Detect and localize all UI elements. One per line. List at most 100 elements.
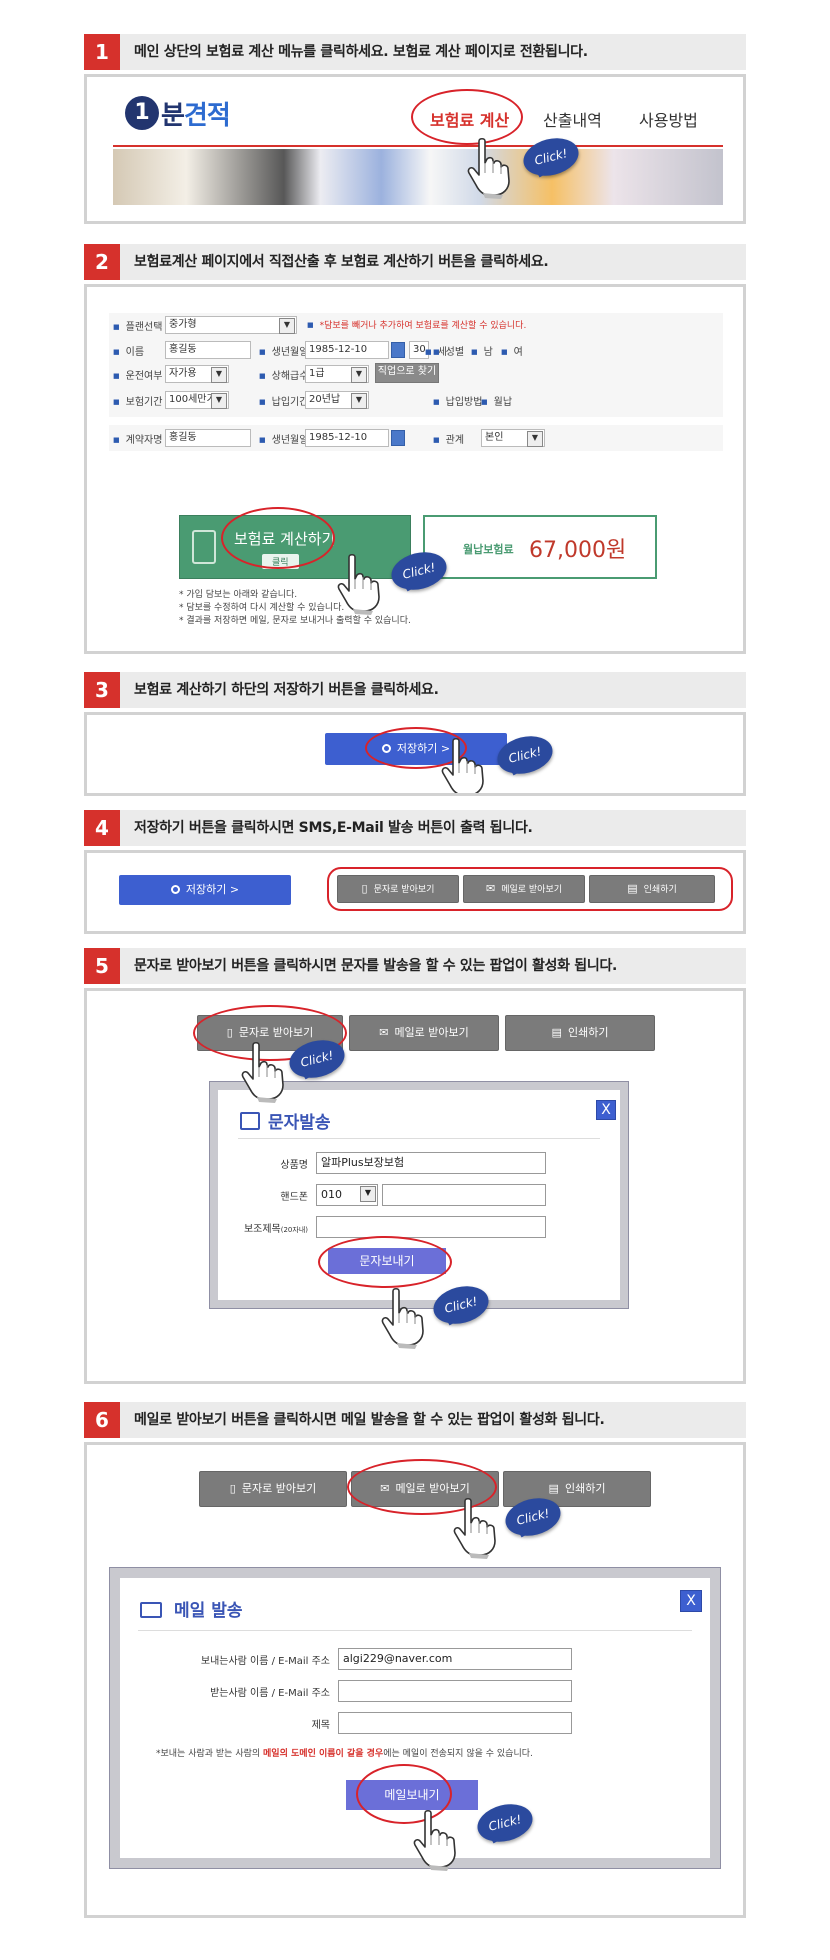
logo[interactable]: 분견적	[143, 95, 231, 132]
step-panel: 플랜선택 중가형 *담보를 빼거나 추가하여 보험료를 계산할 수 있습니다. …	[84, 284, 746, 654]
step-instruction: 보험료계산 페이지에서 직접산출 후 보험료 계산하기 버튼을 클릭하세요.	[134, 254, 549, 270]
sms-button-label: 문자로 받아보기	[373, 885, 435, 895]
plan-select[interactable]: 중가형	[165, 316, 297, 334]
save-button[interactable]: 저장하기 >	[119, 875, 291, 905]
mail-subject-label: 제목	[311, 1720, 330, 1731]
birth-label: 생년월일	[259, 343, 309, 358]
subject-label: 보조제목(20자내)	[238, 1220, 308, 1235]
nav-underline	[113, 145, 723, 147]
step-header: 3 보험료 계산하기 하단의 저장하기 버튼을 클릭하세요.	[84, 672, 746, 708]
pointer-hand-icon	[463, 137, 523, 199]
gender-male-radio[interactable]: 남	[471, 343, 493, 358]
note-part: *보내는 사람과 받는 사람의	[156, 1749, 264, 1759]
pointer-hand-icon	[437, 737, 497, 796]
step-number: 5	[84, 948, 120, 984]
step-number: 4	[84, 810, 120, 846]
product-input[interactable]: 알파Plus보장보험	[316, 1152, 546, 1174]
print-button-label: 인쇄하기	[564, 1482, 606, 1495]
sms-popup: 문자발송 X 상품명 알파Plus보장보험 핸드폰 010 보조제목(20자내)…	[209, 1081, 629, 1309]
subject-label-text: 보조제목	[243, 1224, 281, 1235]
banner-image	[113, 149, 723, 205]
mail-button[interactable]: ✉ 메일로 받아보기	[463, 875, 585, 903]
step-instruction: 저장하기 버튼을 클릭하시면 SMS,E-Mail 발송 버튼이 출력 됩니다.	[134, 820, 533, 836]
logo-text: 견적	[183, 101, 231, 131]
receiver-label: 받는사람 이름 / E-Mail 주소	[210, 1688, 330, 1699]
step-instruction: 보험료 계산하기 하단의 저장하기 버튼을 클릭하세요.	[134, 682, 439, 698]
mail-button-label: 메일로 받아보기	[501, 885, 563, 895]
pointer-hand-icon	[377, 1287, 437, 1349]
print-button[interactable]: ▤ 인쇄하기	[505, 1015, 655, 1051]
subject-input[interactable]	[316, 1216, 546, 1238]
phone-icon: ▯	[361, 882, 368, 895]
premium-box: 월납보험료 67,000원	[423, 515, 657, 579]
contractor-input[interactable]: 홍길동	[165, 429, 251, 447]
calendar-icon[interactable]	[391, 430, 405, 446]
contractor-form: 계약자명 홍길동 생년월일 1985-12-10 관계 본인	[109, 425, 723, 451]
mail-button-label: 메일로 받아보기	[394, 1026, 469, 1039]
sms-button[interactable]: ▯ 문자로 받아보기	[199, 1471, 347, 1507]
plan-label: 플랜선택	[113, 318, 163, 333]
name-label: 이름	[113, 343, 144, 358]
highlight-circle	[318, 1236, 452, 1288]
pay-label: 납입기간	[259, 393, 309, 408]
premium-label: 월납보험료	[463, 543, 514, 556]
name-input[interactable]: 홍길동	[165, 341, 251, 359]
mail-popup-icon	[140, 1602, 162, 1618]
phone-icon: ▯	[229, 1482, 236, 1495]
sender-input[interactable]: algi229@naver.com	[338, 1648, 572, 1670]
step-header: 6 메일로 받아보기 버튼을 클릭하시면 메일 발송을 할 수 있는 팝업이 활…	[84, 1402, 746, 1438]
drive-label: 운전여부	[113, 367, 163, 382]
step-instruction: 메인 상단의 보험료 계산 메뉴를 클릭하세요. 보험료 계산 페이지로 전환됩…	[134, 44, 588, 60]
premium-value: 67,000원	[529, 538, 627, 563]
circle-icon	[170, 885, 180, 894]
sms-button[interactable]: ▯ 문자로 받아보기	[337, 875, 459, 903]
birth-input[interactable]: 1985-12-10	[305, 341, 389, 359]
mail-warning-note: *보내는 사람과 받는 사람의 메일의 도메인 이름이 같을 경우에는 메일이 …	[156, 1746, 533, 1759]
mail-subject-input[interactable]	[338, 1712, 572, 1734]
pointer-hand-icon	[333, 553, 393, 615]
plan-note: *담보를 빼거나 추가하여 보험료를 계산할 수 있습니다.	[307, 318, 527, 331]
close-icon[interactable]: X	[596, 1100, 616, 1120]
save-button-label: 저장하기 >	[185, 883, 240, 896]
step-number: 1	[84, 34, 120, 70]
relation-label: 관계	[433, 431, 464, 446]
printer-icon: ▤	[627, 882, 638, 895]
gender-female-radio[interactable]: 여	[501, 343, 523, 358]
print-button[interactable]: ▤ 인쇄하기	[589, 875, 715, 903]
step-number: 2	[84, 244, 120, 280]
grade-label: 상해급수	[259, 367, 309, 382]
c-birth-input[interactable]: 1985-12-10	[305, 429, 389, 447]
note-part: 에는 메일이 전송되지 않을 수 있습니다.	[383, 1749, 533, 1759]
phone-prefix-select[interactable]: 010	[316, 1184, 378, 1206]
grade-select[interactable]: 1급	[305, 365, 369, 383]
calendar-icon[interactable]	[391, 342, 405, 358]
title-divider	[238, 1138, 600, 1139]
receiver-input[interactable]	[338, 1680, 572, 1702]
nav-calc-history[interactable]: 산출내역	[543, 107, 602, 131]
print-button-label: 인쇄하기	[643, 885, 677, 895]
title-divider	[138, 1630, 692, 1631]
job-search-button[interactable]: 직업으로 찾기	[375, 363, 439, 383]
step-panel: 저장하기 > Click!	[84, 712, 746, 796]
step-header: 1 메인 상단의 보험료 계산 메뉴를 클릭하세요. 보험료 계산 페이지로 전…	[84, 34, 746, 70]
phone-number-input[interactable]	[382, 1184, 546, 1206]
pay-select[interactable]: 20년납	[305, 391, 369, 409]
note-highlight: 메일의 도메인 이름이 같을 경우	[263, 1749, 384, 1759]
sms-popup-title: 문자발송	[268, 1113, 331, 1133]
sms-popup-icon	[240, 1112, 260, 1130]
mail-button[interactable]: ✉ 메일로 받아보기	[349, 1015, 499, 1051]
step-panel: ▯ 문자로 받아보기 ✉ 메일로 받아보기 ▤ 인쇄하기 Click! 메일 발송 X…	[84, 1442, 746, 1918]
pointer-hand-icon	[449, 1497, 509, 1559]
insured-form: 플랜선택 중가형 *담보를 빼거나 추가하여 보험료를 계산할 수 있습니다. …	[109, 313, 723, 417]
printer-icon: ▤	[551, 1026, 562, 1039]
drive-select[interactable]: 자가용	[165, 365, 229, 383]
subject-hint: (20자내)	[280, 1226, 308, 1234]
envelope-icon: ✉	[485, 882, 496, 895]
period-select[interactable]: 100세만기	[165, 391, 229, 409]
note-line: * 가입 담보는 아래와 같습니다.	[179, 590, 298, 600]
period-label: 보험기간	[113, 393, 163, 408]
nav-how-to-use[interactable]: 사용방법	[639, 107, 698, 131]
relation-select[interactable]: 본인	[481, 429, 545, 447]
method-label: 납입방법	[433, 393, 483, 408]
close-icon[interactable]: X	[680, 1590, 702, 1612]
